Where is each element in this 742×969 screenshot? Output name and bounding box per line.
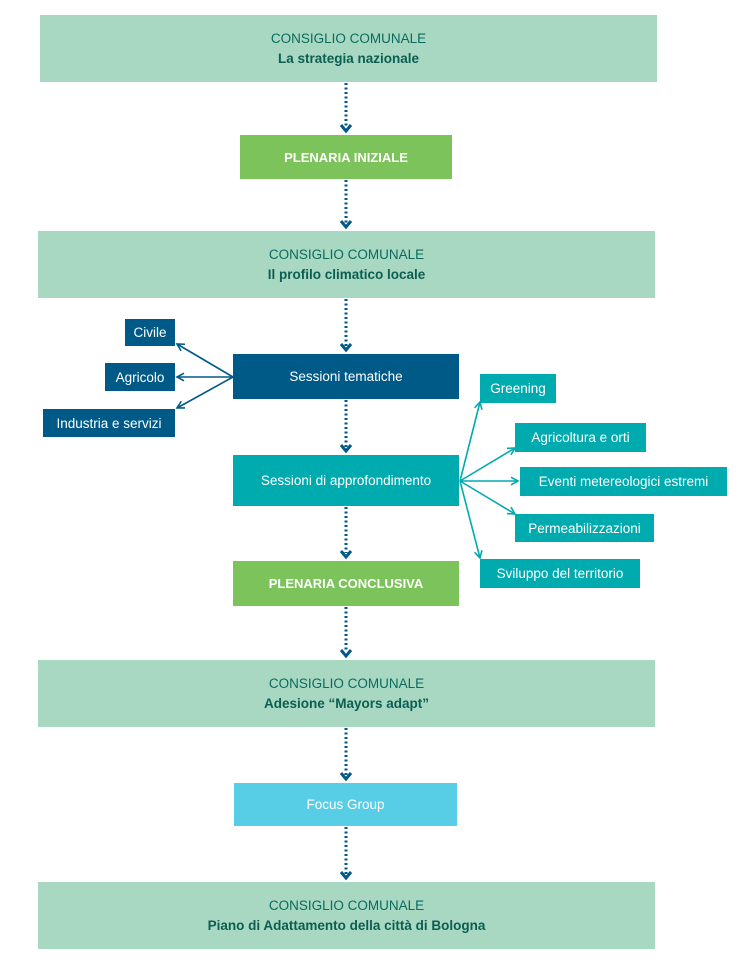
arrow-head-icon bbox=[339, 550, 353, 560]
sessioni-tematiche-label: Sessioni tematiche bbox=[289, 369, 403, 384]
council-step-1-title: CONSIGLIO COMUNALE bbox=[270, 30, 427, 46]
focus-group: Focus Group bbox=[234, 783, 457, 826]
branch-label: Sviluppo del territorio bbox=[496, 566, 624, 581]
council-step-2: CONSIGLIO COMUNALE Il profilo climatico … bbox=[38, 231, 655, 298]
branch-label: Agricoltura e orti bbox=[531, 430, 630, 445]
council-step-1-subtitle: La strategia nazionale bbox=[277, 50, 420, 66]
arrow-head-icon bbox=[339, 124, 353, 134]
branch-label: Industria e servizi bbox=[56, 415, 162, 431]
plenary-initial: PLENARIA INIZIALE bbox=[240, 135, 452, 179]
council-step-3-subtitle: Adesione “Mayors adapt” bbox=[263, 695, 430, 711]
branch-arrow-line bbox=[176, 376, 234, 409]
approf-branch-greening: Greening bbox=[480, 374, 556, 403]
council-step-4: CONSIGLIO COMUNALE Piano di Adattamento … bbox=[38, 882, 655, 949]
branch-label: Agricolo bbox=[115, 369, 165, 385]
branch-label: Greening bbox=[490, 381, 546, 396]
branch-label: Eventi metereologici estremi bbox=[538, 474, 709, 489]
tematiche-branch-agricolo: Agricolo bbox=[105, 363, 175, 391]
sessioni-tematiche: Sessioni tematiche bbox=[233, 354, 459, 399]
council-step-3-title: CONSIGLIO COMUNALE bbox=[268, 675, 425, 691]
plenary-final: PLENARIA CONCLUSIVA bbox=[233, 561, 459, 606]
approf-branch-agricoltura: Agricoltura e orti bbox=[515, 423, 646, 452]
council-step-4-title: CONSIGLIO COMUNALE bbox=[268, 897, 425, 913]
plenary-final-label: PLENARIA CONCLUSIVA bbox=[268, 576, 424, 591]
sessioni-approfondimento-label: Sessioni di approfondimento bbox=[260, 473, 432, 488]
tematiche-branch-industria: Industria e servizi bbox=[43, 409, 175, 437]
branch-arrow-line bbox=[459, 480, 516, 515]
branch-arrow-line bbox=[459, 401, 481, 482]
council-step-4-subtitle: Piano di Adattamento della città di Bolo… bbox=[207, 917, 486, 933]
council-step-2-title: CONSIGLIO COMUNALE bbox=[268, 246, 425, 262]
approf-branch-sviluppo: Sviluppo del territorio bbox=[480, 559, 640, 588]
sessioni-approfondimento: Sessioni di approfondimento bbox=[233, 455, 459, 506]
focus-group-label: Focus Group bbox=[306, 797, 385, 812]
branch-arrow-line bbox=[459, 480, 481, 559]
approf-branch-permeabilizzazioni: Permeabilizzazioni bbox=[515, 514, 654, 542]
branch-arrow-line bbox=[176, 343, 234, 378]
council-step-2-subtitle: Il profilo climatico locale bbox=[267, 266, 426, 282]
council-step-3: CONSIGLIO COMUNALE Adesione “Mayors adap… bbox=[38, 660, 655, 727]
branch-label: Permeabilizzazioni bbox=[528, 520, 641, 536]
council-step-1: CONSIGLIO COMUNALE La strategia nazional… bbox=[40, 15, 657, 82]
branch-arrow-line bbox=[459, 447, 516, 482]
arrow-head-icon bbox=[339, 649, 353, 659]
branch-label: Civile bbox=[133, 325, 167, 340]
plenary-initial-label: PLENARIA INIZIALE bbox=[284, 149, 408, 165]
tematiche-branch-civile: Civile bbox=[125, 319, 175, 346]
approf-branch-eventi: Eventi metereologici estremi bbox=[520, 467, 727, 496]
